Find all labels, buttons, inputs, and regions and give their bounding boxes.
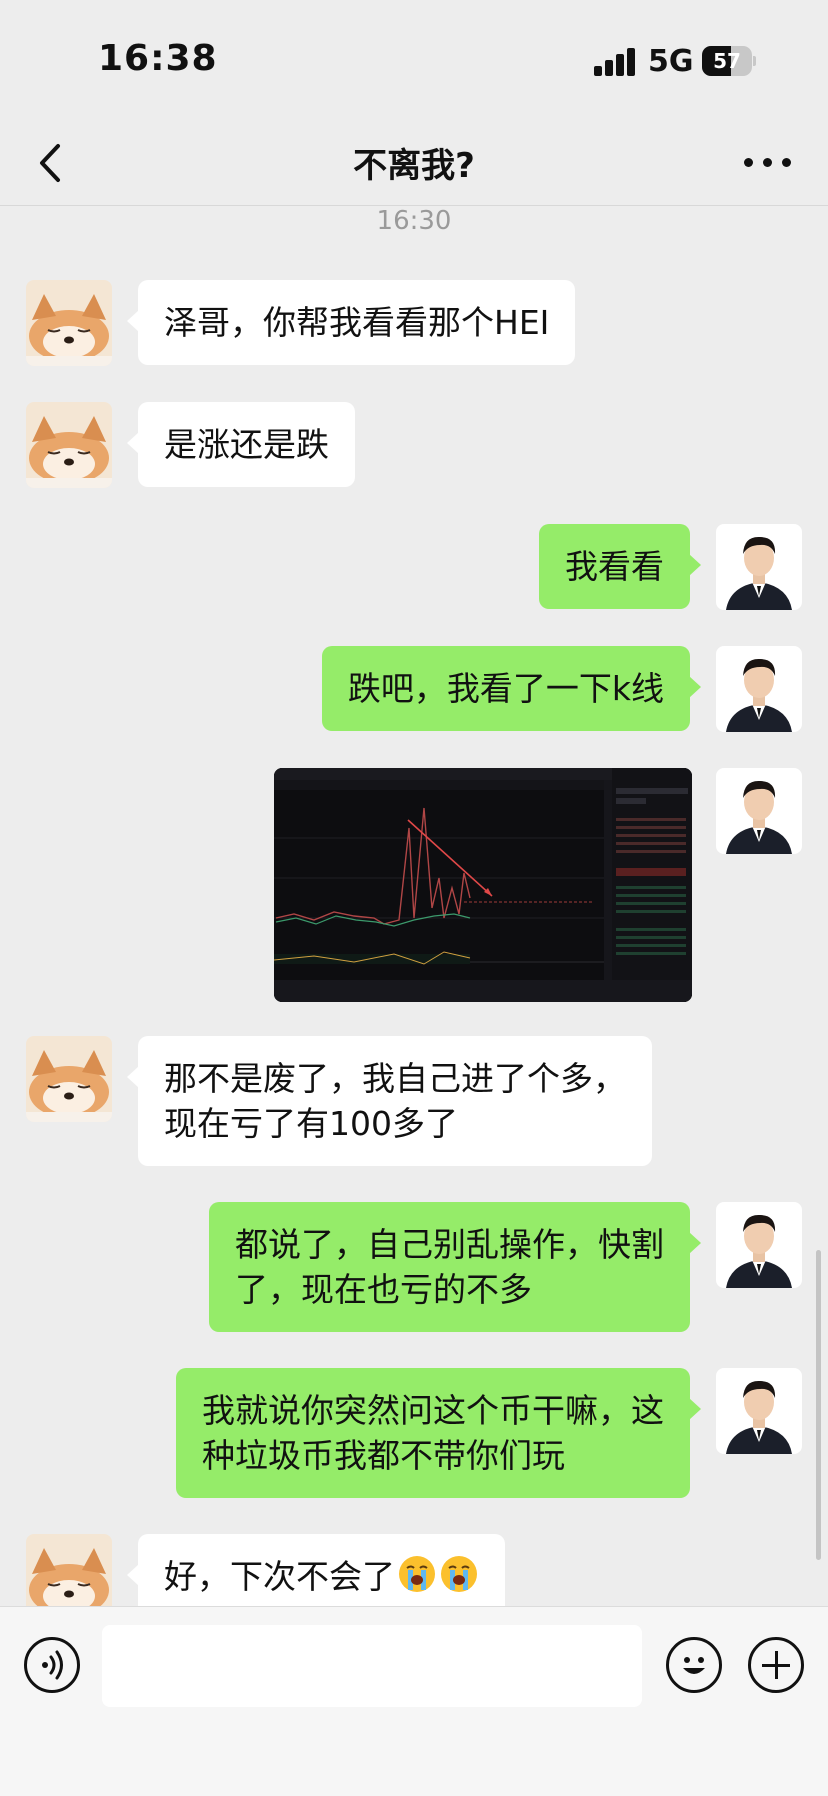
my-avatar[interactable] (716, 646, 802, 732)
voice-icon (42, 1650, 63, 1680)
battery-icon: 57 (702, 46, 756, 76)
chat-header: 不离我? (0, 120, 828, 206)
man-in-suit-avatar-icon (716, 646, 802, 732)
message-bubble-incoming[interactable]: 那不是废了，我自己进了个多， 现在亏了有100多了 (127, 1036, 652, 1166)
my-avatar[interactable] (716, 1202, 802, 1288)
chevron-left-icon (40, 144, 60, 182)
message-line: 了，现在也亏的不多 (235, 1270, 532, 1309)
message-bubble-outgoing[interactable]: 我看看 (539, 524, 701, 609)
more-dots-icon (744, 158, 753, 167)
contact-avatar[interactable] (26, 402, 112, 488)
emoji-button[interactable] (666, 1637, 722, 1693)
chat-timestamp: 16:30 (376, 206, 452, 236)
candlestick-chart-thumbnail (274, 768, 692, 1002)
man-in-suit-avatar-icon (716, 524, 802, 610)
voice-button[interactable] (24, 1637, 80, 1693)
loudly-crying-face-icon (441, 1556, 477, 1592)
contact-avatar[interactable] (26, 280, 112, 366)
message-bubble-incoming[interactable]: 泽哥，你帮我看看那个HEI (126, 280, 576, 365)
contact-avatar[interactable] (26, 1036, 112, 1122)
message-line: 种垃圾币我都不带你们玩 (202, 1436, 565, 1475)
man-in-suit-avatar-icon (716, 1368, 802, 1454)
shiba-dog-avatar-icon (26, 280, 112, 366)
my-avatar[interactable] (716, 524, 802, 610)
message-bubble-outgoing[interactable]: 都说了，自己别乱操作，快割 了，现在也亏的不多 (209, 1202, 701, 1332)
message-line: 我就说你突然问这个币干嘛，这 (202, 1391, 664, 1430)
trading-chart-image[interactable] (274, 768, 692, 1002)
signal-icon (594, 48, 636, 76)
battery-level: 57 (713, 49, 741, 73)
shiba-dog-avatar-icon (26, 402, 112, 488)
smiley-icon (683, 1657, 705, 1674)
man-in-suit-avatar-icon (716, 1202, 802, 1288)
status-time: 16:38 (98, 38, 218, 79)
message-input[interactable] (102, 1625, 642, 1707)
input-bar (0, 1606, 828, 1796)
network-type: 5G (648, 44, 694, 79)
my-avatar[interactable] (716, 768, 802, 854)
back-button[interactable] (28, 138, 78, 188)
message-text: 好，下次不会了 (164, 1557, 395, 1596)
shiba-dog-avatar-icon (26, 1036, 112, 1122)
message-bubble-incoming[interactable]: 是涨还是跌 (127, 402, 355, 487)
message-line: 都说了，自己别乱操作，快割 (235, 1225, 664, 1264)
my-avatar[interactable] (716, 1368, 802, 1454)
loudly-crying-face-icon (399, 1556, 435, 1592)
message-line: 那不是废了，我自己进了个多， (164, 1059, 626, 1098)
scroll-indicator[interactable] (816, 1250, 821, 1560)
chat-title: 不离我? (353, 146, 475, 186)
man-in-suit-avatar-icon (716, 768, 802, 854)
status-bar: 16:38 5G 57 (0, 0, 828, 120)
message-bubble-outgoing[interactable]: 我就说你突然问这个币干嘛，这 种垃圾币我都不带你们玩 (176, 1368, 701, 1498)
message-line: 现在亏了有100多了 (164, 1104, 458, 1143)
more-options-button[interactable] (740, 142, 796, 182)
more-functions-button[interactable] (748, 1637, 804, 1693)
message-bubble-outgoing[interactable]: 跌吧，我看了一下k线 (321, 646, 702, 731)
